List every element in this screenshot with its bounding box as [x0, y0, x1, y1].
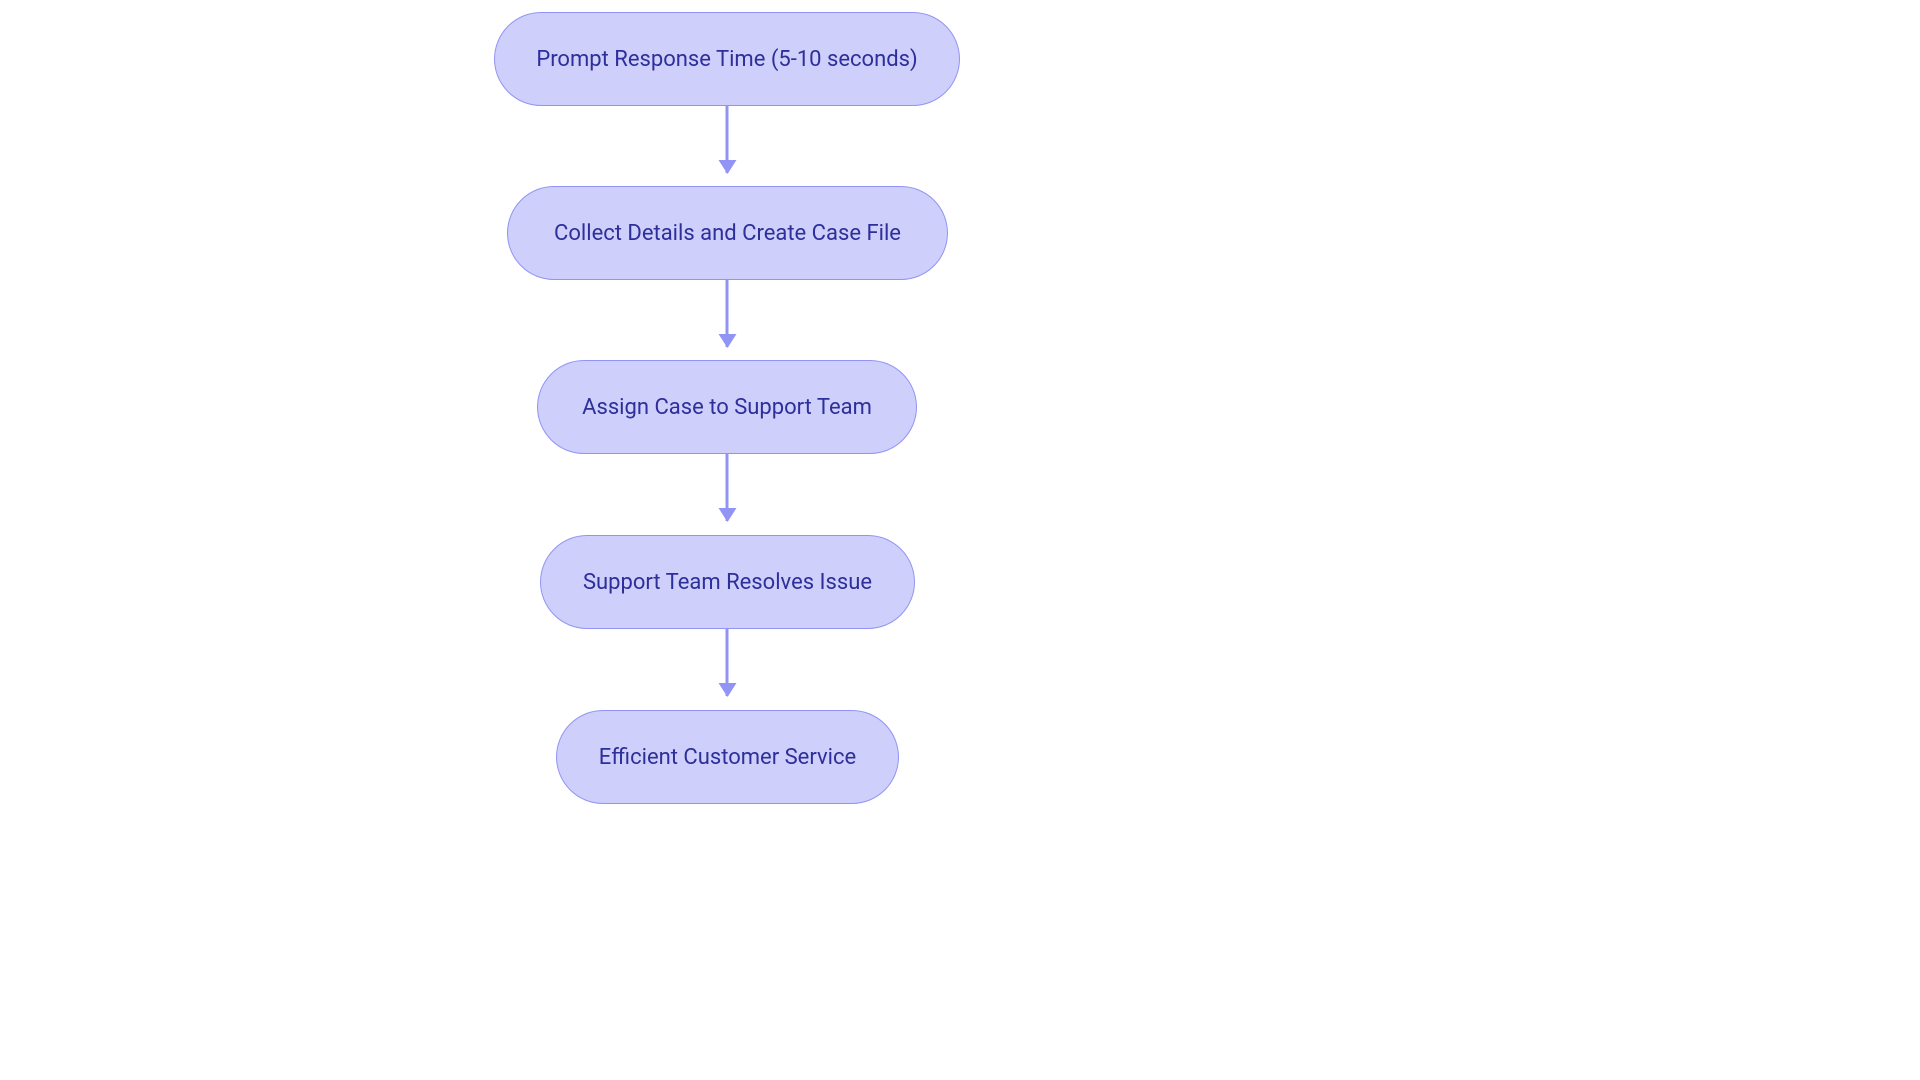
- flowchart-node-5: Efficient Customer Service: [556, 710, 899, 804]
- flowchart-node-label: Support Team Resolves Issue: [583, 570, 872, 595]
- flowchart-node-label: Prompt Response Time (5-10 seconds): [536, 47, 917, 72]
- flowchart-arrow-3-4: [726, 454, 729, 521]
- flowchart-node-2: Collect Details and Create Case File: [507, 186, 948, 280]
- flowchart-node-4: Support Team Resolves Issue: [540, 535, 915, 629]
- flowchart-arrow-2-3: [726, 280, 729, 347]
- flowchart-arrow-1-2: [726, 106, 729, 173]
- flowchart-node-label: Efficient Customer Service: [599, 745, 856, 770]
- flowchart-node-label: Assign Case to Support Team: [582, 395, 872, 420]
- flowchart-container: Prompt Response Time (5-10 seconds) Coll…: [0, 0, 1920, 1080]
- flowchart-node-1: Prompt Response Time (5-10 seconds): [494, 12, 960, 106]
- flowchart-node-3: Assign Case to Support Team: [537, 360, 917, 454]
- flowchart-node-label: Collect Details and Create Case File: [554, 221, 901, 246]
- flowchart-arrow-4-5: [726, 629, 729, 696]
